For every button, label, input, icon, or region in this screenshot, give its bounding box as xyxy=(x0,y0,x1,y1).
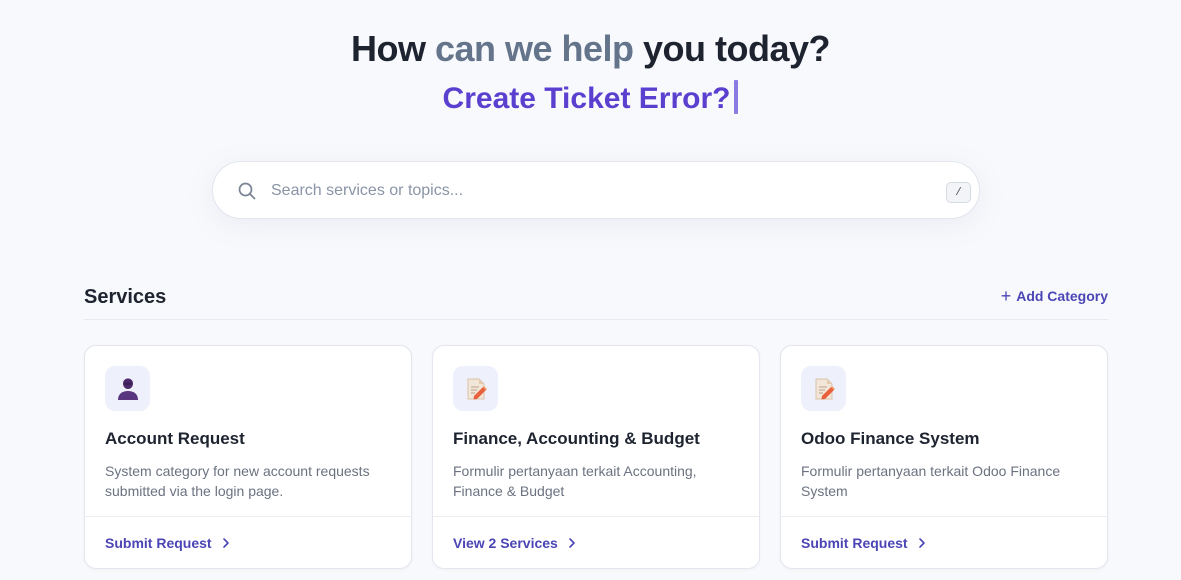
services-section-header: Services + Add Category xyxy=(84,282,1108,320)
chevron-right-icon xyxy=(222,538,229,548)
hero-headline: How can we help you today? xyxy=(0,28,1181,70)
document-edit-icon xyxy=(467,378,487,399)
card-icon-container xyxy=(105,366,150,411)
card-footer: Submit Request xyxy=(85,516,411,568)
card-action-label: View 2 Services xyxy=(453,535,558,551)
search-shortcut-badge: / xyxy=(946,182,971,203)
search-icon xyxy=(238,182,256,200)
submit-request-link[interactable]: Submit Request xyxy=(801,535,927,551)
card-description: Formulir pertanyaan terkait Odoo Finance… xyxy=(801,463,1061,499)
card-title: Finance, Accounting & Budget xyxy=(453,429,700,448)
add-category-label: Add Category xyxy=(1016,288,1108,304)
service-card-account-request[interactable]: Account Request System category for new … xyxy=(84,345,412,569)
service-card-finance-accounting-budget[interactable]: Finance, Accounting & Budget Formulir pe… xyxy=(432,345,760,569)
chevron-right-icon xyxy=(569,538,575,548)
headline-part-3: you today? xyxy=(643,28,831,69)
document-edit-icon xyxy=(815,378,835,399)
card-icon-container xyxy=(801,366,846,411)
services-title: Services xyxy=(84,286,167,308)
card-action-label: Submit Request xyxy=(801,535,908,551)
add-category-button[interactable]: + Add Category xyxy=(1000,286,1108,306)
card-action-label: Submit Request xyxy=(105,535,212,551)
typing-subheadline: Create Ticket Error? xyxy=(0,80,1181,116)
user-icon xyxy=(117,378,138,400)
card-description: System category for new account requests… xyxy=(105,463,370,499)
search-input[interactable] xyxy=(271,174,911,208)
plus-icon: + xyxy=(1000,286,1012,306)
typed-text: Create Ticket Error? xyxy=(442,82,731,115)
search-bar[interactable]: / xyxy=(212,161,980,219)
view-services-link[interactable]: View 2 Services xyxy=(453,535,577,551)
headline-part-2: can we help xyxy=(425,28,644,69)
chevron-right-icon xyxy=(918,538,925,548)
headline-part-1: How xyxy=(350,28,426,69)
typing-caret xyxy=(734,80,739,114)
submit-request-link[interactable]: Submit Request xyxy=(105,535,231,551)
service-card-odoo-finance-system[interactable]: Odoo Finance System Formulir pertanyaan … xyxy=(780,345,1108,569)
card-footer: View 2 Services xyxy=(433,516,759,568)
card-title: Account Request xyxy=(105,429,245,448)
card-title: Odoo Finance System xyxy=(801,429,980,448)
card-icon-container xyxy=(453,366,498,411)
card-footer: Submit Request xyxy=(781,516,1107,568)
card-description: Formulir pertanyaan terkait Accounting, … xyxy=(453,463,697,499)
